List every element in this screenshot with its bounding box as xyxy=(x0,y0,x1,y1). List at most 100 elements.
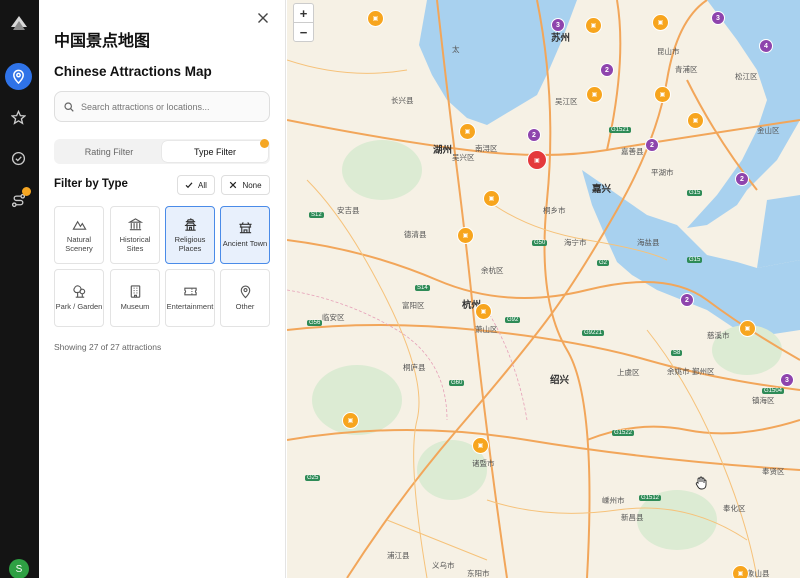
pagoda-icon xyxy=(238,222,252,234)
map-label: 吴兴区 xyxy=(452,153,475,162)
attraction-marker[interactable]: ▣ xyxy=(367,10,384,27)
highway-shield: G2 xyxy=(597,260,610,266)
nav-visited-button[interactable] xyxy=(5,145,32,172)
highway-shield: G1504 xyxy=(762,388,785,394)
type-label: Natural Scenery xyxy=(65,234,93,253)
highway-shield: G50 xyxy=(532,240,548,246)
map-label: 奉贤区 xyxy=(762,467,785,476)
attraction-marker[interactable]: ▣ xyxy=(475,303,492,320)
cluster-marker[interactable]: 2 xyxy=(600,63,614,77)
map-label: 诸暨市 xyxy=(472,459,495,468)
map-label: 浦江县 xyxy=(387,551,410,560)
attraction-marker-selected[interactable]: ▣ xyxy=(527,150,547,170)
type-label: Religious Places xyxy=(174,234,206,253)
cluster-marker[interactable]: 2 xyxy=(527,128,541,142)
filter-tabs: Rating Filter Type Filter xyxy=(54,139,270,164)
map-label: 昆山市 xyxy=(657,47,680,56)
map-canvas[interactable]: 太 苏州 长兴县 湖州 南浔区 吴兴区 嘉兴 安吉县 德清县 桐乡市 海宁市 海… xyxy=(287,0,800,578)
highway-shield: G60 xyxy=(449,380,465,386)
search-input[interactable] xyxy=(81,101,261,112)
map-city-label: 绍兴 xyxy=(550,375,570,386)
attraction-marker[interactable]: ▣ xyxy=(654,86,671,103)
cluster-marker[interactable]: 3 xyxy=(551,18,565,32)
type-card-historical-sites[interactable]: Historical Sites xyxy=(110,206,160,264)
close-icon[interactable] xyxy=(256,11,270,25)
map-pin-icon xyxy=(13,69,24,84)
tab-type-filter[interactable]: Type Filter xyxy=(162,141,268,162)
map-city-label: 湖州 xyxy=(433,145,453,156)
map-label: 富阳区 xyxy=(402,301,425,310)
select-none-label: None xyxy=(242,180,262,190)
cluster-marker[interactable]: 3 xyxy=(780,373,794,387)
attraction-marker[interactable]: ▣ xyxy=(483,190,500,207)
attraction-marker[interactable]: ▣ xyxy=(342,412,359,429)
zoom-controls: + − xyxy=(293,3,314,42)
type-label: Other xyxy=(235,302,255,312)
map-label: 金山区 xyxy=(757,126,780,135)
building-icon xyxy=(130,285,140,298)
attraction-marker[interactable]: ▣ xyxy=(459,123,476,140)
avatar[interactable]: S xyxy=(9,559,29,578)
cluster-marker[interactable]: 2 xyxy=(735,172,749,186)
map-label: 镇海区 xyxy=(752,396,775,405)
app-root: S 中国景点地图 Chinese Attractions Map Rating … xyxy=(0,0,800,578)
cluster-marker[interactable]: 3 xyxy=(711,11,725,25)
type-card-park-garden[interactable]: Park / Garden xyxy=(54,269,104,327)
highway-shield: G9221 xyxy=(582,330,605,336)
map-label: 象山县 xyxy=(747,569,770,578)
type-card-other[interactable]: Other xyxy=(220,269,270,327)
routes-badge xyxy=(22,187,31,196)
left-rail: S xyxy=(0,0,39,578)
highway-shield: S8 xyxy=(671,350,683,356)
type-card-museum[interactable]: Museum xyxy=(110,269,160,327)
map-label: 临安区 xyxy=(322,313,345,322)
map-label: 新昌县 xyxy=(621,513,644,522)
map-label: 吴江区 xyxy=(555,97,578,106)
map-label: 东阳市 xyxy=(467,569,490,578)
check-icon xyxy=(185,182,193,189)
tab-rating-filter[interactable]: Rating Filter xyxy=(56,141,162,162)
attraction-marker[interactable]: ▣ xyxy=(652,14,669,31)
attraction-marker[interactable]: ▣ xyxy=(687,112,704,129)
type-label: Ancient Town xyxy=(222,239,268,249)
zoom-out-button[interactable]: − xyxy=(294,23,313,42)
cluster-marker[interactable]: 4 xyxy=(759,39,773,53)
nav-favorites-button[interactable] xyxy=(5,104,32,131)
type-card-natural-scenery[interactable]: Natural Scenery xyxy=(54,206,104,264)
map-label: 长兴县 xyxy=(391,96,414,105)
highway-shield: G25 xyxy=(305,475,321,481)
check-circle-icon xyxy=(11,151,26,166)
map-label: 余杭区 xyxy=(481,266,504,275)
type-card-religious-places[interactable]: Religious Places xyxy=(165,206,215,264)
nav-routes-button[interactable] xyxy=(5,187,32,214)
map-label: 奉化区 xyxy=(723,504,746,513)
cluster-marker[interactable]: 2 xyxy=(680,293,694,307)
select-none-button[interactable]: None xyxy=(221,175,270,195)
select-all-button[interactable]: All xyxy=(177,175,215,195)
attraction-marker[interactable]: ▣ xyxy=(457,227,474,244)
cluster-marker[interactable]: 2 xyxy=(645,138,659,152)
attraction-marker[interactable]: ▣ xyxy=(739,320,756,337)
trees-icon xyxy=(72,285,85,298)
showing-count: Showing 27 of 27 attractions xyxy=(54,342,162,352)
map-city-label: 苏州 xyxy=(551,33,571,44)
attraction-marker[interactable]: ▣ xyxy=(732,565,749,578)
x-icon xyxy=(230,181,237,189)
map-label: 海盐县 xyxy=(637,238,660,247)
nav-map-button[interactable] xyxy=(5,63,32,90)
attraction-marker[interactable]: ▣ xyxy=(585,17,602,34)
hand-cursor-icon xyxy=(695,476,707,490)
map-base xyxy=(287,0,800,578)
attraction-marker[interactable]: ▣ xyxy=(472,437,489,454)
type-card-ancient-town[interactable]: Ancient Town xyxy=(220,206,270,264)
type-card-entertainment[interactable]: Entertainment xyxy=(165,269,215,327)
attraction-marker[interactable]: ▣ xyxy=(586,86,603,103)
page-title-en: Chinese Attractions Map xyxy=(54,64,212,79)
type-label: Museum xyxy=(120,302,150,312)
type-label: Historical Sites xyxy=(119,234,151,253)
highway-shield: G56 xyxy=(307,320,323,326)
search-box[interactable] xyxy=(54,91,270,122)
zoom-in-button[interactable]: + xyxy=(294,4,313,23)
map-label: 余姚市 xyxy=(667,367,690,376)
map-city-label: 嘉兴 xyxy=(592,184,612,195)
